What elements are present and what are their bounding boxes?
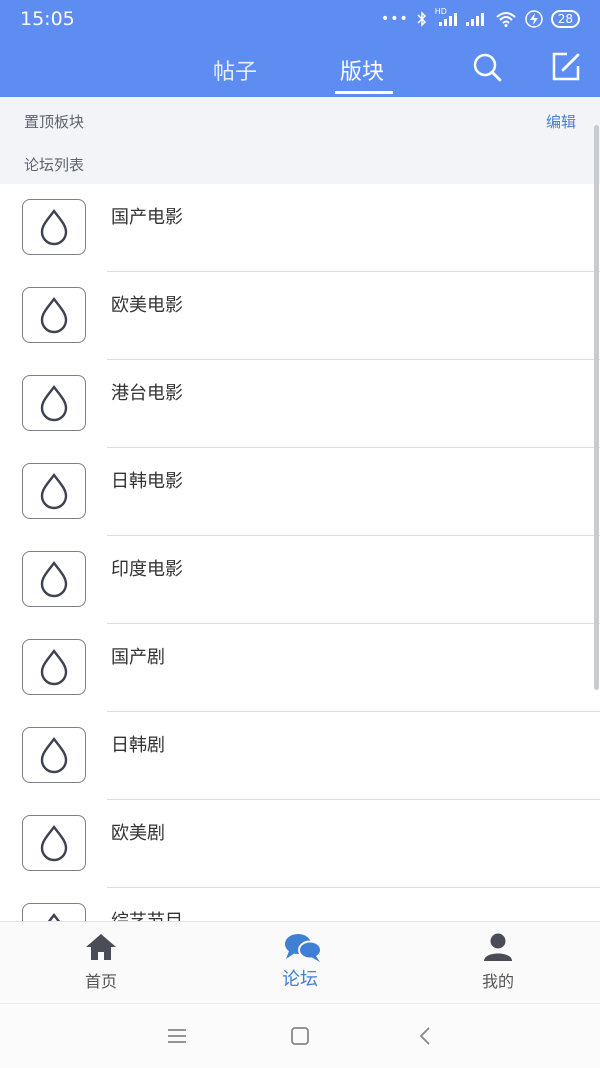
forum-name: 港台电影	[111, 383, 183, 404]
nav-forum-label: 论坛	[282, 969, 318, 990]
nav-home[interactable]: 首页	[41, 922, 161, 1004]
list-item[interactable]: 欧美电影	[0, 272, 600, 360]
hd-signal-icon: HD	[435, 7, 457, 27]
forum-icon-box	[22, 815, 86, 871]
water-drop-icon	[47, 913, 61, 921]
forum-icon-box	[22, 463, 86, 519]
forum-name: 欧美剧	[111, 823, 165, 844]
forum-icon-box	[22, 903, 86, 921]
bluetooth-icon	[417, 11, 426, 27]
edit-button[interactable]: 编辑	[546, 111, 576, 132]
top-tabs: 帖子 版块	[0, 38, 600, 97]
forum-name: 国产电影	[111, 207, 183, 228]
list-item[interactable]: 国产剧	[0, 624, 600, 712]
forum-icon	[285, 934, 322, 962]
cell-signal-icon	[465, 13, 484, 26]
tab-posts[interactable]: 帖子	[213, 54, 257, 86]
list-item[interactable]: 日韩剧	[0, 712, 600, 800]
water-drop-icon	[40, 561, 68, 598]
wifi-icon	[496, 12, 516, 27]
nav-home-label: 首页	[84, 972, 117, 991]
nav-profile[interactable]: 我的	[438, 922, 558, 1004]
list-item[interactable]: 港台电影	[0, 360, 600, 448]
forum-name: 印度电影	[111, 559, 183, 580]
list-item[interactable]: 日韩电影	[0, 448, 600, 536]
water-drop-icon	[40, 825, 68, 862]
nav-profile-label: 我的	[481, 972, 514, 991]
scrollbar[interactable]	[594, 125, 599, 690]
forum-icon-box	[22, 639, 86, 695]
list-item[interactable]: 国产电影	[0, 184, 600, 272]
list-item[interactable]: 综艺节目	[0, 888, 600, 921]
forum-name: 日韩剧	[111, 735, 165, 756]
hd-label: HD	[434, 7, 447, 16]
forum-name: 国产剧	[111, 647, 165, 668]
charging-icon	[524, 10, 543, 28]
forum-name: 综艺节目	[111, 907, 183, 921]
home-icon	[86, 934, 116, 960]
active-tab-indicator	[335, 91, 393, 94]
battery-indicator: 28	[550, 10, 580, 28]
forum-icon-box	[22, 287, 86, 343]
forum-list: 国产电影 欧美电影 港台电影 日韩电影 印度电影 国产剧 日韩剧 欧美剧	[0, 184, 600, 921]
forum-icon-box	[22, 727, 86, 783]
home-square-icon[interactable]	[288, 1024, 312, 1048]
forum-name: 欧美电影	[111, 295, 183, 316]
status-icons: ••• HD 28	[380, 7, 580, 29]
status-time: 15:05	[20, 8, 75, 30]
forum-icon-box	[22, 199, 86, 255]
pinned-section-label: 置顶板块	[24, 113, 85, 131]
forum-name: 日韩电影	[111, 471, 183, 492]
water-drop-icon	[40, 473, 68, 510]
water-drop-icon	[40, 297, 68, 334]
search-icon[interactable]	[470, 50, 504, 84]
water-drop-icon	[40, 737, 68, 774]
compose-icon[interactable]	[549, 50, 583, 84]
back-icon[interactable]	[414, 1024, 438, 1048]
water-drop-icon	[40, 385, 68, 422]
profile-icon	[484, 933, 512, 961]
tab-boards[interactable]: 版块	[340, 54, 384, 86]
status-bar: 15:05 ••• HD 28	[0, 0, 600, 38]
water-drop-icon	[40, 649, 68, 686]
forum-list-label: 论坛列表	[24, 156, 85, 174]
forum-icon-box	[22, 551, 86, 607]
list-item[interactable]: 欧美剧	[0, 800, 600, 888]
list-item[interactable]: 印度电影	[0, 536, 600, 624]
app-header: 15:05 ••• HD 28 帖子 版块	[0, 0, 600, 97]
bottom-nav: 首页 论坛 我的	[0, 921, 600, 1004]
system-nav-bar	[0, 1003, 600, 1068]
nav-forum[interactable]: 论坛	[240, 922, 360, 1004]
forum-icon-box	[22, 375, 86, 431]
menu-icon[interactable]	[165, 1024, 189, 1048]
section-header: 置顶板块 编辑 论坛列表	[0, 97, 600, 184]
signal-dots: •••	[380, 11, 409, 27]
water-drop-icon	[40, 209, 68, 246]
